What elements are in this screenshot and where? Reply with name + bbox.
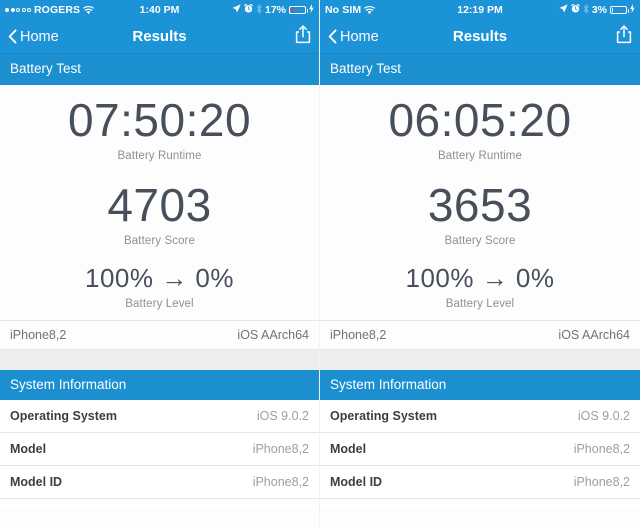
battery-level-caption: Battery Level	[125, 297, 194, 310]
lightning-bolt-icon	[630, 4, 635, 16]
row-key: Model ID	[330, 475, 383, 490]
row-key: Model	[330, 442, 367, 457]
battery-runtime-value: 07:50:20	[67, 93, 252, 146]
results-body: 07:50:20 Battery Runtime 4703 Battery Sc…	[0, 84, 319, 320]
battery-level-value: 100% → 0%	[84, 262, 235, 293]
battery-runtime-caption: Battery Runtime	[117, 149, 202, 162]
bluetooth-icon	[256, 4, 262, 17]
navigation-bar: Home Results	[0, 20, 319, 54]
carrier-name: No SIM	[325, 4, 362, 16]
row-key: Operating System	[10, 409, 117, 424]
back-button-label: Home	[340, 28, 379, 45]
status-bar-right: 3%	[559, 3, 635, 17]
share-icon	[295, 24, 311, 49]
bluetooth-icon	[583, 4, 589, 17]
navigation-bar: Home Results	[320, 20, 640, 54]
carrier-name: ROGERS	[34, 4, 81, 16]
status-bar: ROGERS 1:40 PM 17%	[0, 0, 319, 20]
wifi-icon	[83, 5, 95, 15]
row-value: iPhone8,2	[573, 475, 630, 490]
battery-score-caption: Battery Score	[444, 234, 516, 247]
battery-runtime-caption: Battery Runtime	[438, 149, 522, 162]
section-gap	[0, 349, 319, 370]
battery-percent-label: 17%	[264, 4, 286, 16]
device-model: iPhone8,2	[330, 327, 387, 342]
phone-screenshot-right: No SIM 12:19 PM 3% Home Results Battery …	[320, 0, 640, 527]
device-platform: iOS AArch64	[558, 327, 630, 342]
row-key: Operating System	[330, 409, 437, 424]
system-information-section-header: System Information	[0, 369, 319, 401]
row-value: iOS 9.0.2	[256, 409, 309, 424]
system-information-list: Operating System iOS 9.0.2 Model iPhone8…	[320, 400, 640, 510]
status-bar: No SIM 12:19 PM 3%	[320, 0, 640, 20]
table-row[interactable]: Model iPhone8,2	[320, 433, 640, 467]
share-button[interactable]	[616, 24, 632, 49]
row-value: iPhone8,2	[252, 442, 309, 457]
battery-icon	[610, 5, 629, 15]
table-row-partial[interactable]	[320, 499, 640, 509]
device-model: iPhone8,2	[10, 327, 67, 342]
metric-battery-runtime: 07:50:20 Battery Runtime	[0, 97, 319, 162]
system-information-list: Operating System iOS 9.0.2 Model iPhone8…	[0, 400, 319, 510]
row-key: Model ID	[10, 475, 63, 490]
results-body: 06:05:20 Battery Runtime 3653 Battery Sc…	[320, 84, 640, 320]
status-bar-right: 17%	[232, 3, 314, 17]
battery-runtime-value: 06:05:20	[388, 93, 572, 146]
row-value: iPhone8,2	[252, 475, 309, 490]
signal-strength-dots-icon	[5, 8, 31, 12]
battery-score-value: 3653	[427, 178, 533, 231]
metric-battery-score: 3653 Battery Score	[320, 182, 640, 247]
chevron-left-icon	[328, 29, 337, 44]
back-button[interactable]: Home	[8, 29, 59, 45]
table-row[interactable]: Operating System iOS 9.0.2	[320, 400, 640, 434]
battery-icon	[289, 5, 308, 15]
metric-battery-runtime: 06:05:20 Battery Runtime	[320, 97, 640, 162]
device-summary-row: iPhone8,2 iOS AArch64	[320, 319, 640, 350]
table-row-partial[interactable]	[0, 499, 319, 509]
alarm-clock-icon	[571, 3, 580, 16]
share-icon	[616, 24, 632, 49]
battery-score-caption: Battery Score	[124, 234, 195, 247]
dual-screenshot-container: ROGERS 1:40 PM 17% Home Results Battery …	[0, 0, 640, 527]
row-value: iOS 9.0.2	[577, 409, 630, 424]
section-gap	[320, 349, 640, 370]
table-row[interactable]: Model iPhone8,2	[0, 433, 319, 467]
system-information-section-header: System Information	[320, 369, 640, 401]
chevron-left-icon	[8, 29, 17, 44]
battery-level-caption: Battery Level	[445, 297, 515, 310]
table-row[interactable]: Operating System iOS 9.0.2	[0, 400, 319, 434]
table-row[interactable]: Model ID iPhone8,2	[0, 466, 319, 500]
device-platform: iOS AArch64	[237, 327, 309, 342]
row-key: Model	[10, 442, 47, 457]
row-value: iPhone8,2	[573, 442, 630, 457]
battery-percent-label: 3%	[591, 4, 607, 16]
lightning-bolt-icon	[309, 4, 314, 16]
metric-battery-score: 4703 Battery Score	[0, 182, 319, 247]
battery-level-value: 100% → 0%	[405, 262, 555, 293]
status-bar-left: ROGERS	[5, 4, 95, 16]
location-arrow-icon	[232, 4, 241, 16]
alarm-clock-icon	[244, 3, 253, 16]
wifi-icon	[364, 5, 376, 15]
battery-score-value: 4703	[107, 178, 212, 231]
metric-battery-level: 100% → 0% Battery Level	[320, 265, 640, 310]
metric-battery-level: 100% → 0% Battery Level	[0, 265, 319, 310]
battery-test-section-header: Battery Test	[320, 54, 640, 85]
phone-screenshot-left: ROGERS 1:40 PM 17% Home Results Battery …	[0, 0, 320, 527]
back-button-label: Home	[20, 28, 59, 45]
share-button[interactable]	[295, 24, 311, 49]
battery-test-section-header: Battery Test	[0, 54, 319, 85]
table-row[interactable]: Model ID iPhone8,2	[320, 466, 640, 500]
device-summary-row: iPhone8,2 iOS AArch64	[0, 319, 319, 350]
back-button[interactable]: Home	[328, 29, 379, 45]
status-bar-left: No SIM	[325, 4, 376, 16]
location-arrow-icon	[559, 4, 568, 16]
